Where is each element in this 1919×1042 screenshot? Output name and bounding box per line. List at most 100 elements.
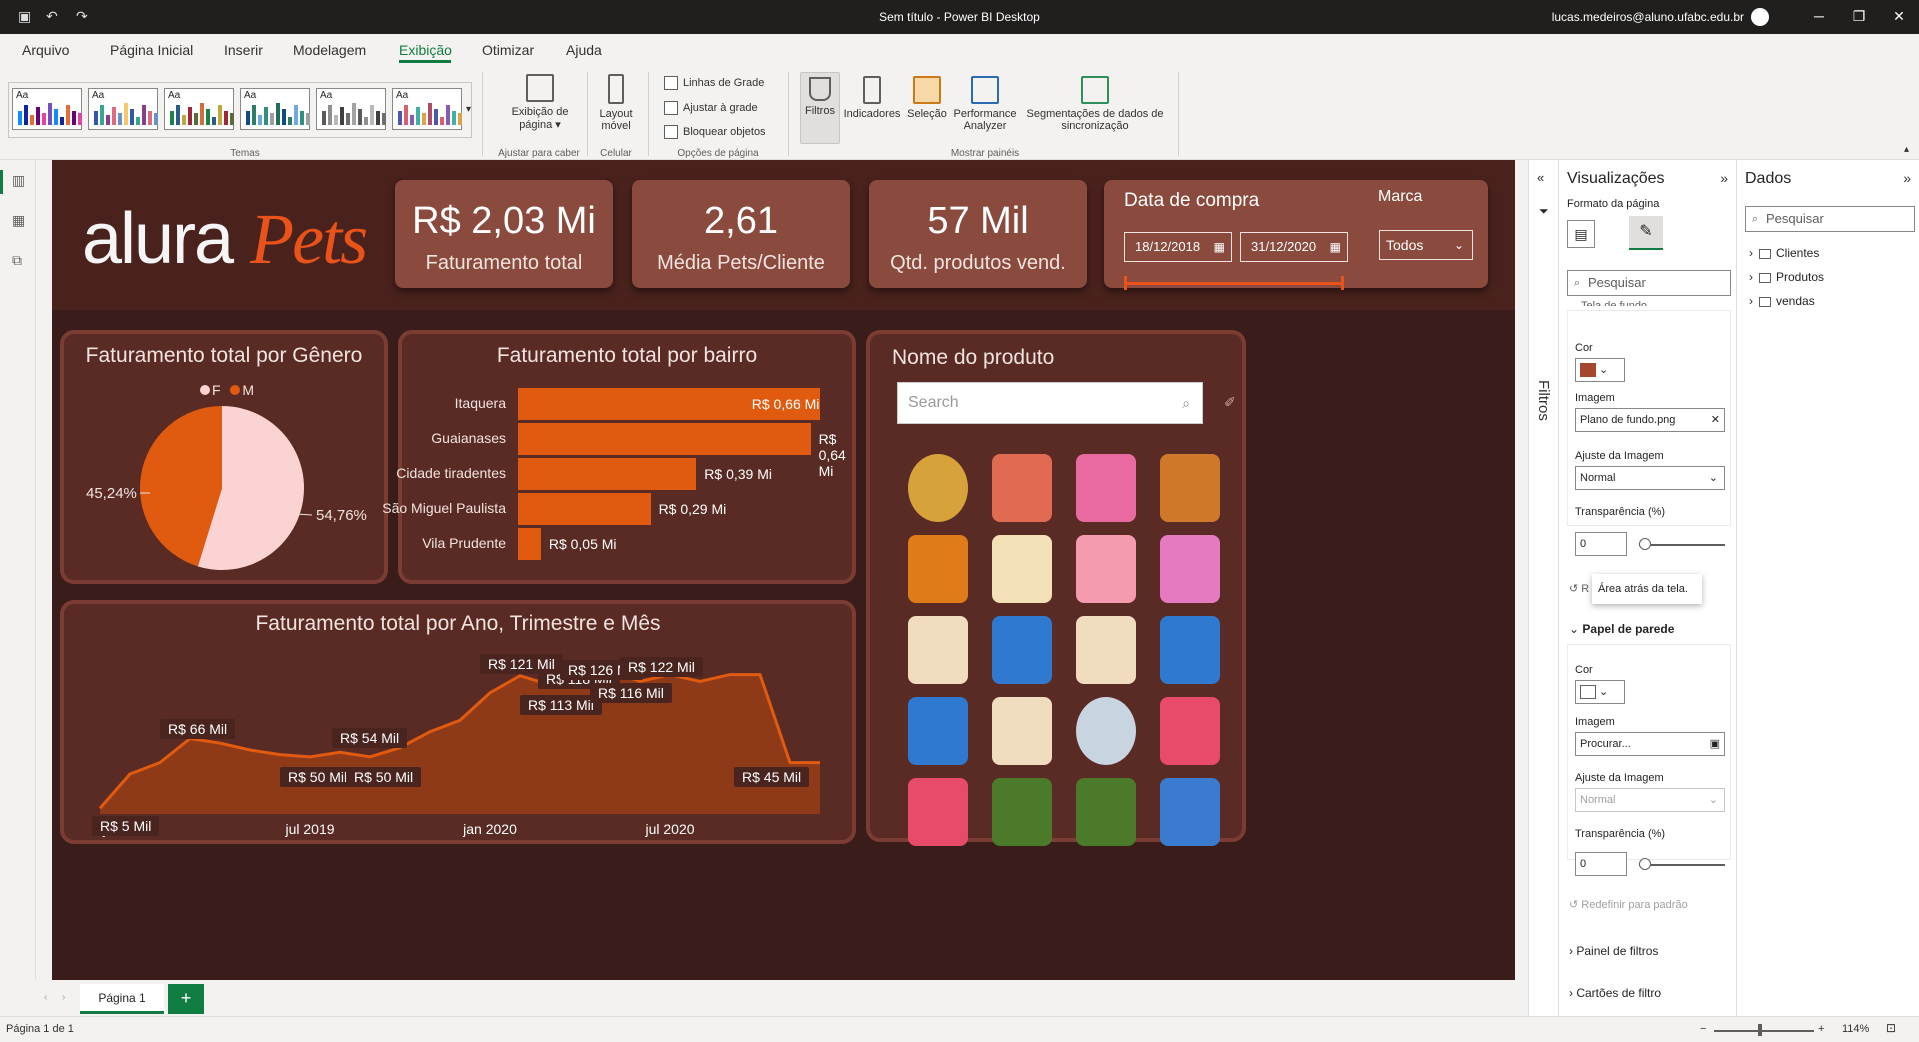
image-fit-dropdown[interactable]: Normal ⌄ — [1575, 466, 1725, 490]
bar-guaianases[interactable] — [518, 423, 811, 455]
bar-são-miguel-paulista[interactable] — [518, 493, 651, 525]
food-bag-icon[interactable] — [980, 689, 1064, 773]
pie-chart[interactable]: 54,76% 45,24% — [64, 384, 384, 584]
menu-inserir[interactable]: Inserir — [224, 42, 263, 58]
gridlines-checkbox[interactable]: Linhas de Grade — [664, 76, 764, 90]
collar-tag-icon[interactable] — [1064, 446, 1148, 530]
filter-pane-section[interactable]: › Painel de filtros — [1569, 944, 1658, 958]
theme-option[interactable]: Aa — [88, 88, 158, 130]
product-slicer-card[interactable]: Nome do produto Search ⌕ ✐ — [866, 330, 1246, 846]
food-bag-icon[interactable] — [1064, 608, 1148, 692]
treat-bag-icon[interactable] — [1064, 527, 1148, 611]
close-icon[interactable]: ✕ — [1889, 8, 1909, 25]
menu-exibicao[interactable]: Exibição — [399, 42, 452, 58]
ball-toy-icon[interactable] — [896, 446, 980, 530]
mouse-toy-icon[interactable] — [1064, 689, 1148, 773]
start-date-input[interactable]: 18/12/2018 ▦ — [1124, 232, 1232, 262]
snap-grid-checkbox[interactable]: Ajustar à grade — [664, 101, 758, 115]
theme-option[interactable]: Aa — [316, 88, 386, 130]
kpi-card-qtd-produtos[interactable]: 57 Mil Qtd. produtos vend. — [869, 180, 1087, 288]
bone-icon[interactable] — [980, 527, 1064, 611]
dumbbell-shirt-icon[interactable] — [1064, 770, 1148, 854]
range-handle-end[interactable] — [1341, 276, 1344, 290]
selection-pane-button[interactable]: Seleção — [905, 76, 949, 120]
collapse-ribbon-icon[interactable]: ▴ — [1904, 144, 1909, 155]
dog-icon[interactable] — [1148, 446, 1232, 530]
collapse-viz-icon[interactable]: » — [1720, 170, 1728, 186]
fit-to-page-icon[interactable]: ⊡ — [1886, 1021, 1896, 1035]
minimize-icon[interactable]: ─ — [1809, 8, 1829, 24]
build-visual-icon[interactable]: ▤ — [1567, 220, 1595, 248]
cat-food-bag-icon[interactable] — [980, 608, 1064, 692]
prev-page-icon[interactable]: ‹ — [44, 992, 47, 1003]
area-chart-card[interactable]: Faturamento total por Ano, Trimestre e M… — [60, 600, 856, 844]
wallpaper-color-picker[interactable]: ⌄ — [1575, 680, 1625, 704]
lock-objects-checkbox[interactable]: Bloquear objetos — [664, 125, 766, 139]
zoom-out-icon[interactable]: − — [1700, 1023, 1706, 1035]
bar-cidade-tiradentes[interactable] — [518, 458, 697, 490]
menu-arquivo[interactable]: Arquivo — [22, 42, 69, 58]
zoom-level[interactable]: 114% — [1842, 1023, 1869, 1035]
table-clientes[interactable]: › Clientes — [1749, 246, 1819, 260]
user-email[interactable]: lucas.medeiros@aluno.ufabc.edu.br — [1552, 10, 1744, 24]
wallpaper-fit-dropdown[interactable]: Normal ⌄ — [1575, 788, 1725, 812]
range-handle-start[interactable] — [1124, 276, 1127, 290]
menu-modelagem[interactable]: Modelagem — [293, 42, 366, 58]
end-date-input[interactable]: 31/12/2020 ▦ — [1240, 232, 1348, 262]
transparency-slider[interactable] — [1639, 538, 1725, 550]
theme-option[interactable]: Aa — [240, 88, 310, 130]
bg-image-field[interactable]: Plano de fundo.png ✕ — [1575, 408, 1725, 432]
can-food-icon[interactable] — [1148, 527, 1232, 611]
restore-icon[interactable]: ❐ — [1849, 8, 1869, 25]
bar-chart-card[interactable]: Faturamento total por bairro Itaquera R$ … — [382, 330, 856, 584]
add-page-button[interactable]: + — [168, 984, 204, 1014]
viz-search-input[interactable]: ⌕ Pesquisar — [1567, 270, 1731, 296]
pie-chart-card[interactable]: Faturamento total por Gênero F M 54,76% 4… — [60, 330, 388, 584]
table-view-icon[interactable]: ▦ — [12, 212, 28, 228]
table-vendas[interactable]: › vendas — [1749, 294, 1815, 308]
table-produtos[interactable]: › Produtos — [1749, 270, 1824, 284]
wallpaper-transparency-slider[interactable] — [1639, 858, 1725, 870]
sync-slicers-button[interactable]: Segmentações de dados de sincronização — [1020, 76, 1170, 132]
feather-toy-icon[interactable] — [1148, 770, 1232, 854]
cat-food-bag-icon[interactable] — [896, 689, 980, 773]
bookmarks-pane-button[interactable]: Indicadores — [842, 76, 902, 120]
product-search-input[interactable]: Search ⌕ — [897, 382, 1203, 424]
menu-otimizar[interactable]: Otimizar — [482, 42, 534, 58]
kpi-card-media-pets[interactable]: 2,61 Média Pets/Cliente — [632, 180, 850, 288]
mobile-layout-button[interactable]: Layout móvel — [592, 74, 640, 132]
avatar[interactable] — [1751, 8, 1769, 26]
date-range-slider[interactable] — [1124, 276, 1344, 290]
report-view-icon[interactable]: ▥ — [12, 172, 28, 188]
food-bag-icon[interactable] — [896, 608, 980, 692]
filters-pane-collapsed[interactable]: « ⏷ Filtros — [1528, 160, 1558, 1016]
data-search-input[interactable]: ⌕ Pesquisar — [1745, 206, 1915, 232]
wallpaper-transparency-input[interactable]: 0 — [1575, 852, 1627, 876]
page-tab-1[interactable]: Página 1 — [80, 984, 164, 1014]
reset-default-link-disabled[interactable]: ↺ Redefinir para padrão — [1569, 898, 1688, 911]
filter-cards-section[interactable]: › Cartões de filtro — [1569, 986, 1661, 1000]
kpi-card-faturamento[interactable]: R$ 2,03 Mi Faturamento total — [395, 180, 613, 288]
wallpaper-section-header[interactable]: ⌄ Papel de parede — [1569, 622, 1674, 636]
menu-ajuda[interactable]: Ajuda — [566, 42, 602, 58]
model-view-icon[interactable]: ⧉ — [12, 252, 28, 268]
transparency-input[interactable]: 0 — [1575, 532, 1627, 556]
bar-vila-prudente[interactable] — [518, 528, 541, 560]
bg-color-picker[interactable]: ⌄ — [1575, 358, 1625, 382]
collapse-data-icon[interactable]: » — [1903, 170, 1911, 186]
format-page-icon[interactable]: ✎ — [1629, 216, 1663, 250]
cat-food-bag-icon[interactable] — [1148, 608, 1232, 692]
theme-option[interactable]: Aa — [164, 88, 234, 130]
pet-coat-icon[interactable] — [1148, 689, 1232, 773]
leash-icon[interactable] — [896, 527, 980, 611]
menu-pagina-inicial[interactable]: Página Inicial — [110, 42, 193, 58]
page-view-button[interactable]: Exibição de página ▾ — [500, 74, 580, 131]
chevron-down-icon[interactable]: ▾ — [466, 104, 471, 115]
next-page-icon[interactable]: › — [62, 992, 65, 1003]
zoom-in-icon[interactable]: + — [1818, 1023, 1824, 1035]
pet-coat-icon[interactable] — [896, 770, 980, 854]
zoom-slider[interactable] — [1714, 1024, 1814, 1036]
theme-option[interactable]: Aa — [392, 88, 462, 130]
clear-selections-icon[interactable]: ✐ — [1224, 394, 1236, 411]
brand-dropdown[interactable]: Todos ⌄ — [1379, 230, 1473, 260]
